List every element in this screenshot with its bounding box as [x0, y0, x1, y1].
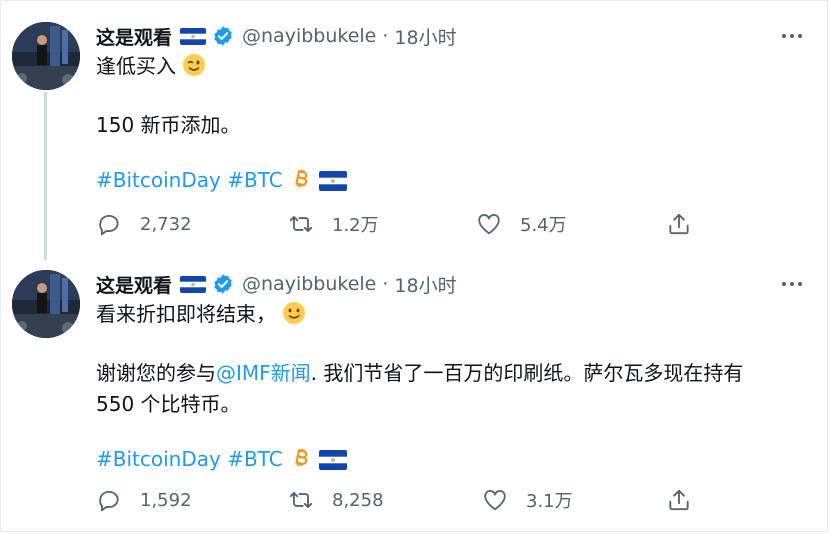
reply-count: 1,592 [140, 489, 192, 511]
like-button[interactable]: 3.1万 [482, 485, 573, 515]
hashtag-link[interactable]: #BTC [227, 447, 283, 471]
hashtag-link[interactable]: #BitcoinDay [96, 168, 221, 192]
el-salvador-flag-icon [319, 171, 348, 191]
reply-button[interactable]: 2,732 [96, 209, 192, 239]
el-salvador-flag-icon [180, 27, 207, 45]
tweet-text: 逢低买入 150 新币添加。 #BitcoinDay #BTC [96, 51, 806, 196]
mention-link[interactable]: @IMF新闻 [216, 361, 311, 385]
el-salvador-flag-icon [180, 275, 207, 293]
verified-badge-icon [214, 26, 232, 46]
separator-dot: · [382, 273, 389, 295]
heart-icon [478, 214, 500, 235]
tweet-line: 550 个比特币。 [96, 392, 241, 416]
tweet-header: 这是观看 @nayibbukele · 18小时 [96, 21, 457, 51]
bitcoin-icon [290, 168, 313, 190]
tweet-line: . 我们节省了一百万的印刷纸。萨尔瓦多现在持有 [310, 361, 744, 385]
tweet-1[interactable]: 这是观看 @nayibbukele · 18小时 逢低买入 150 新币添加。 … [0, 0, 830, 262]
share-icon [669, 213, 689, 235]
like-count: 5.4万 [520, 215, 567, 236]
avatar[interactable] [12, 22, 80, 90]
hashtag-link[interactable]: #BitcoinDay [96, 447, 221, 471]
share-icon [669, 489, 689, 511]
reply-button[interactable]: 1,592 [96, 485, 192, 515]
tweet-line: 看来折扣即将结束， [96, 302, 276, 326]
reply-icon [99, 490, 119, 512]
reply-icon [99, 214, 119, 236]
tweet-actions: 1,592 8,258 3.1万 [96, 485, 716, 515]
share-button[interactable] [666, 209, 692, 239]
more-icon[interactable] [778, 274, 806, 294]
el-salvador-flag-icon [319, 450, 348, 470]
retweet-icon [289, 216, 313, 232]
bitcoin-icon [290, 447, 313, 469]
retweet-button[interactable]: 8,258 [288, 485, 384, 515]
hashtag-link[interactable]: #BTC [227, 168, 283, 192]
tweet-line: 150 新币添加。 [96, 113, 241, 137]
retweet-icon [289, 492, 313, 508]
tweet-line: 谢谢您的参与 [96, 361, 216, 385]
avatar[interactable] [12, 270, 80, 338]
winking-face-emoji-icon [183, 54, 206, 76]
display-name[interactable]: 这是观看 [96, 23, 172, 50]
handle[interactable]: @nayibbukele [242, 273, 376, 295]
timestamp[interactable]: 18小时 [394, 271, 456, 298]
reply-count: 2,732 [140, 213, 192, 235]
share-button[interactable] [666, 485, 692, 515]
tweet-text: 看来折扣即将结束， 谢谢您的参与@IMF新闻. 我们节省了一百万的印刷纸。萨尔瓦… [96, 299, 806, 475]
handle[interactable]: @nayibbukele [242, 25, 376, 47]
retweet-button[interactable]: 1.2万 [288, 209, 379, 239]
tweet-line: 逢低买入 [96, 54, 176, 78]
tweet-header: 这是观看 @nayibbukele · 18小时 [96, 269, 457, 299]
like-button[interactable]: 5.4万 [476, 209, 567, 239]
timestamp[interactable]: 18小时 [394, 23, 456, 50]
retweet-count: 8,258 [332, 489, 384, 511]
verified-badge-icon [214, 274, 232, 294]
tweet-actions: 2,732 1.2万 5.4万 [96, 209, 716, 239]
more-icon[interactable] [778, 26, 806, 46]
retweet-count: 1.2万 [332, 215, 379, 236]
display-name[interactable]: 这是观看 [96, 271, 172, 298]
smiling-face-with-tear-emoji-icon [283, 302, 306, 324]
separator-dot: · [382, 25, 389, 47]
thread-line [44, 92, 47, 260]
tweet-2[interactable]: 这是观看 @nayibbukele · 18小时 看来折扣即将结束， 谢谢您的参… [0, 262, 830, 532]
heart-icon [484, 490, 506, 511]
like-count: 3.1万 [526, 491, 573, 512]
